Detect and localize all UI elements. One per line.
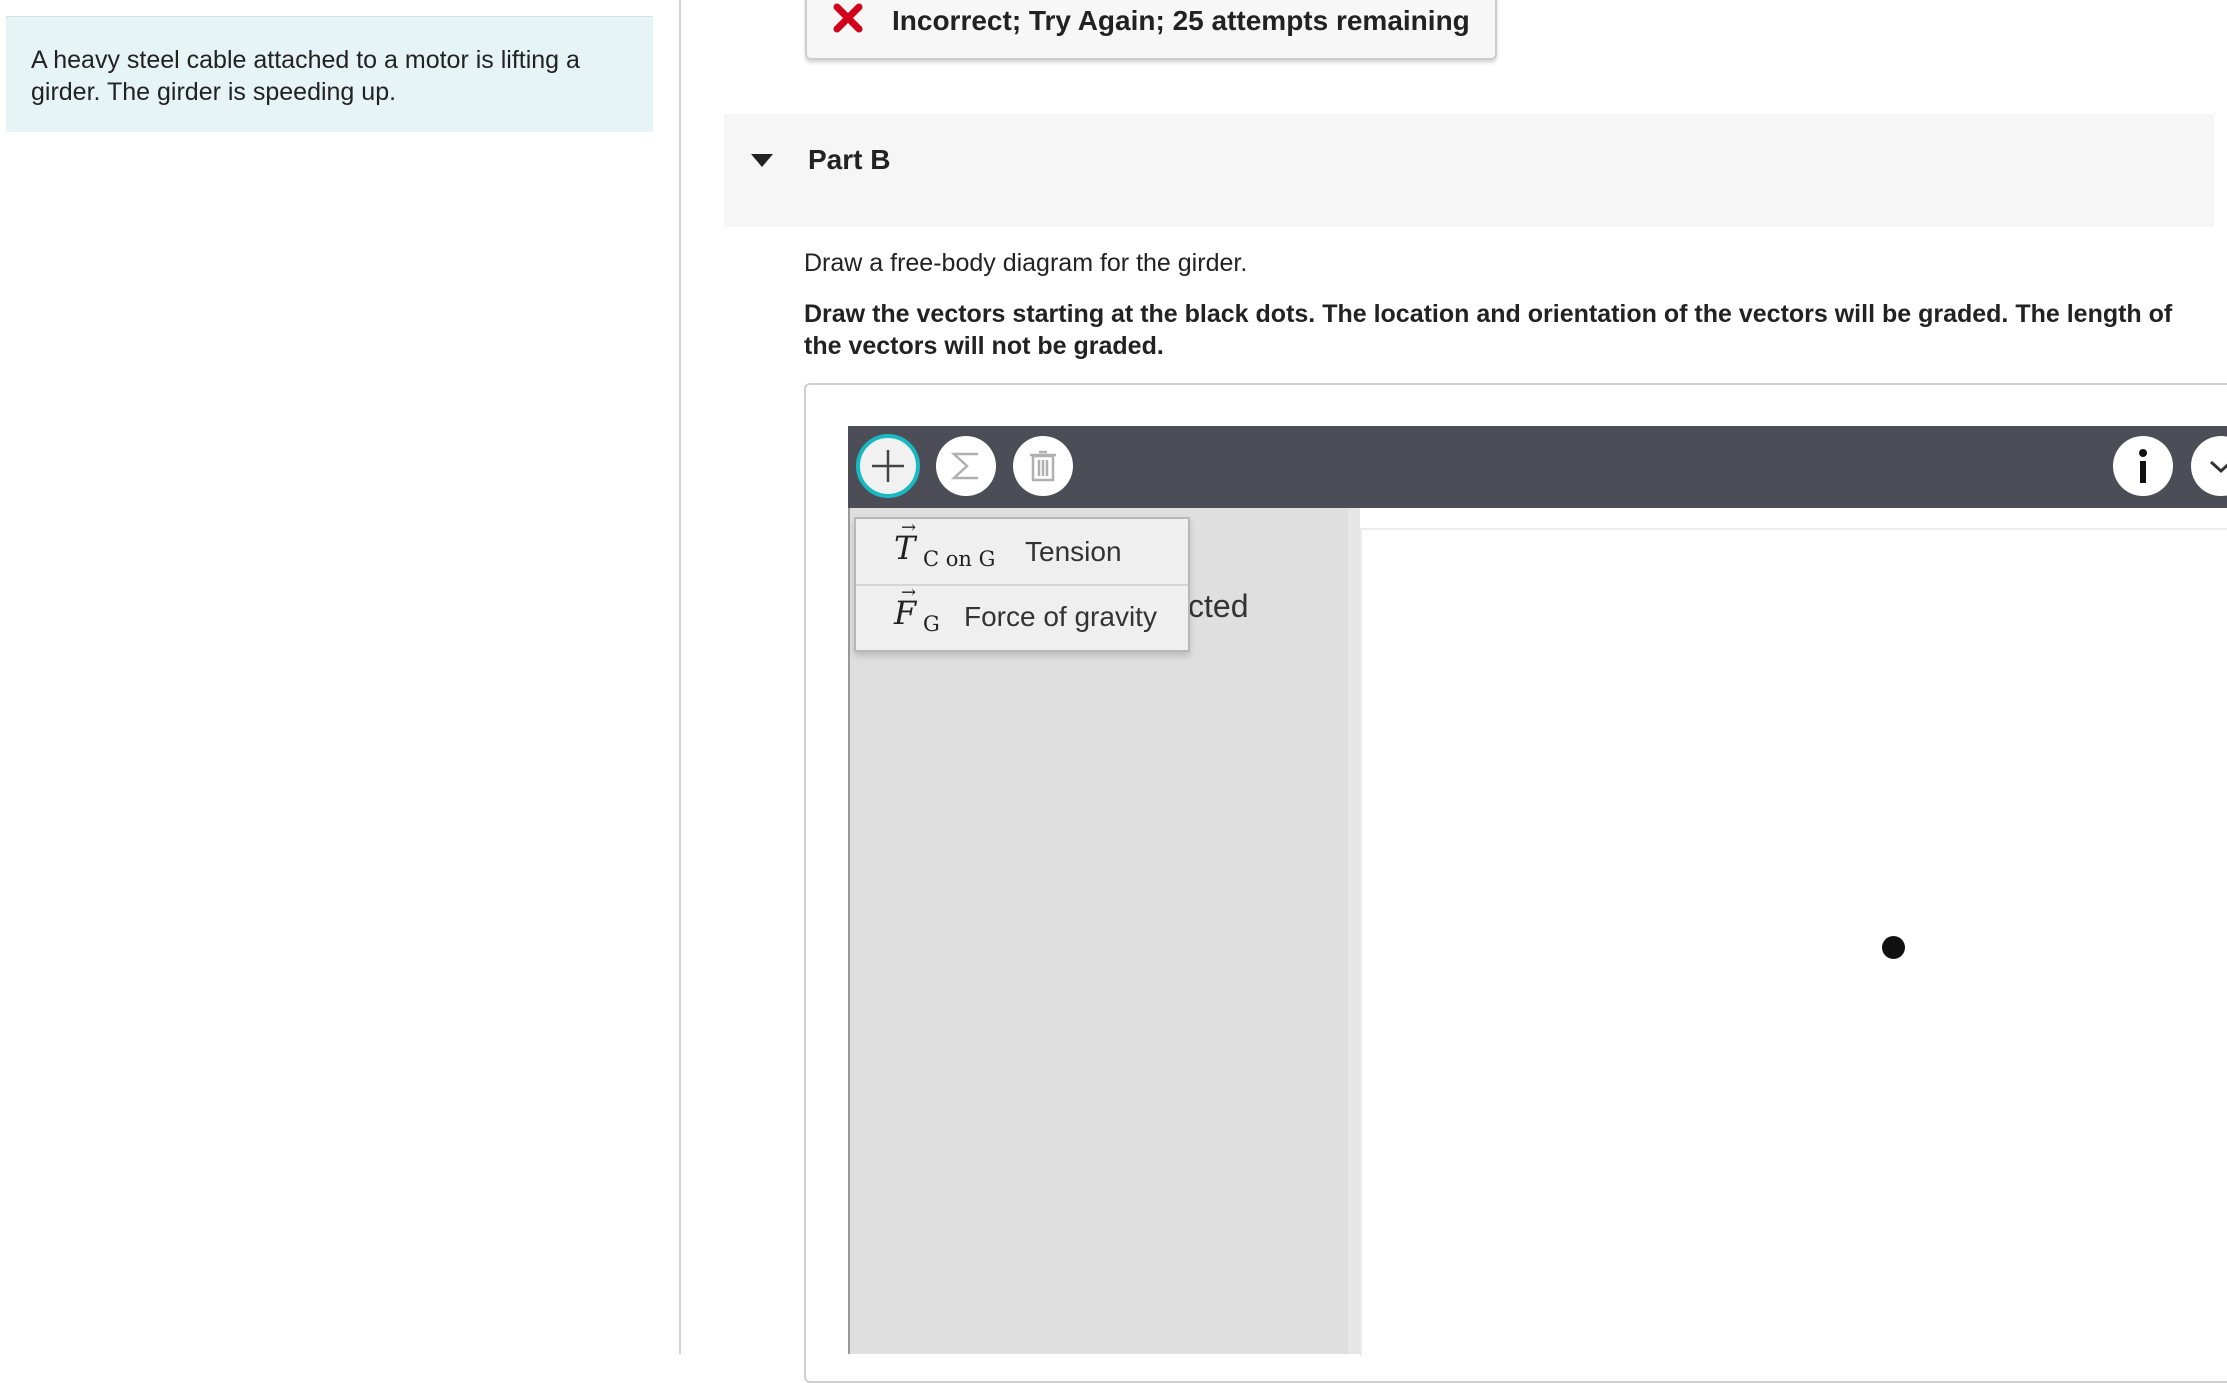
trash-icon: [1030, 450, 1056, 482]
feedback-message: Incorrect; Try Again; 25 attempts remain…: [892, 5, 1470, 36]
vector-symbol: → T: [894, 517, 917, 567]
problem-statement: A heavy steel cable attached to a motor …: [6, 16, 653, 132]
drawing-toolbar: [848, 426, 2227, 508]
plus-icon: [872, 450, 904, 482]
left-panel: A heavy steel cable attached to a motor …: [0, 0, 681, 1354]
instruction-text: Draw a free-body diagram for the girder.: [804, 249, 1248, 277]
part-title: Part B: [808, 144, 891, 175]
part-header[interactable]: Part B: [724, 114, 2214, 227]
anchor-dot[interactable]: [1882, 936, 1905, 959]
more-button[interactable]: [2191, 436, 2227, 496]
selected-status-label: cted: [1188, 588, 1249, 624]
menu-item-label: Tension: [1025, 536, 1122, 567]
panel-divider: [1348, 508, 1360, 1354]
info-icon: [2139, 449, 2147, 483]
x-icon: [832, 2, 864, 34]
vector-menu: → T C on G Tension → F G Force of gravity: [854, 517, 1190, 652]
caret-down-icon[interactable]: [751, 154, 773, 167]
chevron-down-icon: [2209, 460, 2227, 474]
vector-symbol: → F: [894, 582, 917, 632]
sum-button[interactable]: [936, 436, 996, 496]
info-button[interactable]: [2113, 436, 2173, 496]
sigma-icon: [950, 452, 978, 480]
feedback-banner: Incorrect; Try Again; 25 attempts remain…: [805, 0, 1497, 60]
menu-item-tension[interactable]: → T C on G Tension: [856, 517, 1188, 586]
vector-subscript: C on G: [923, 547, 996, 571]
drawing-canvas[interactable]: [1360, 528, 2227, 1356]
menu-item-label: Force of gravity: [964, 601, 1157, 632]
delete-button[interactable]: [1013, 436, 1073, 496]
add-vector-button[interactable]: [856, 434, 920, 498]
grading-instruction: Draw the vectors starting at the black d…: [804, 300, 2173, 360]
vector-subscript: G: [923, 612, 940, 636]
menu-item-gravity[interactable]: → F G Force of gravity: [856, 582, 1188, 651]
